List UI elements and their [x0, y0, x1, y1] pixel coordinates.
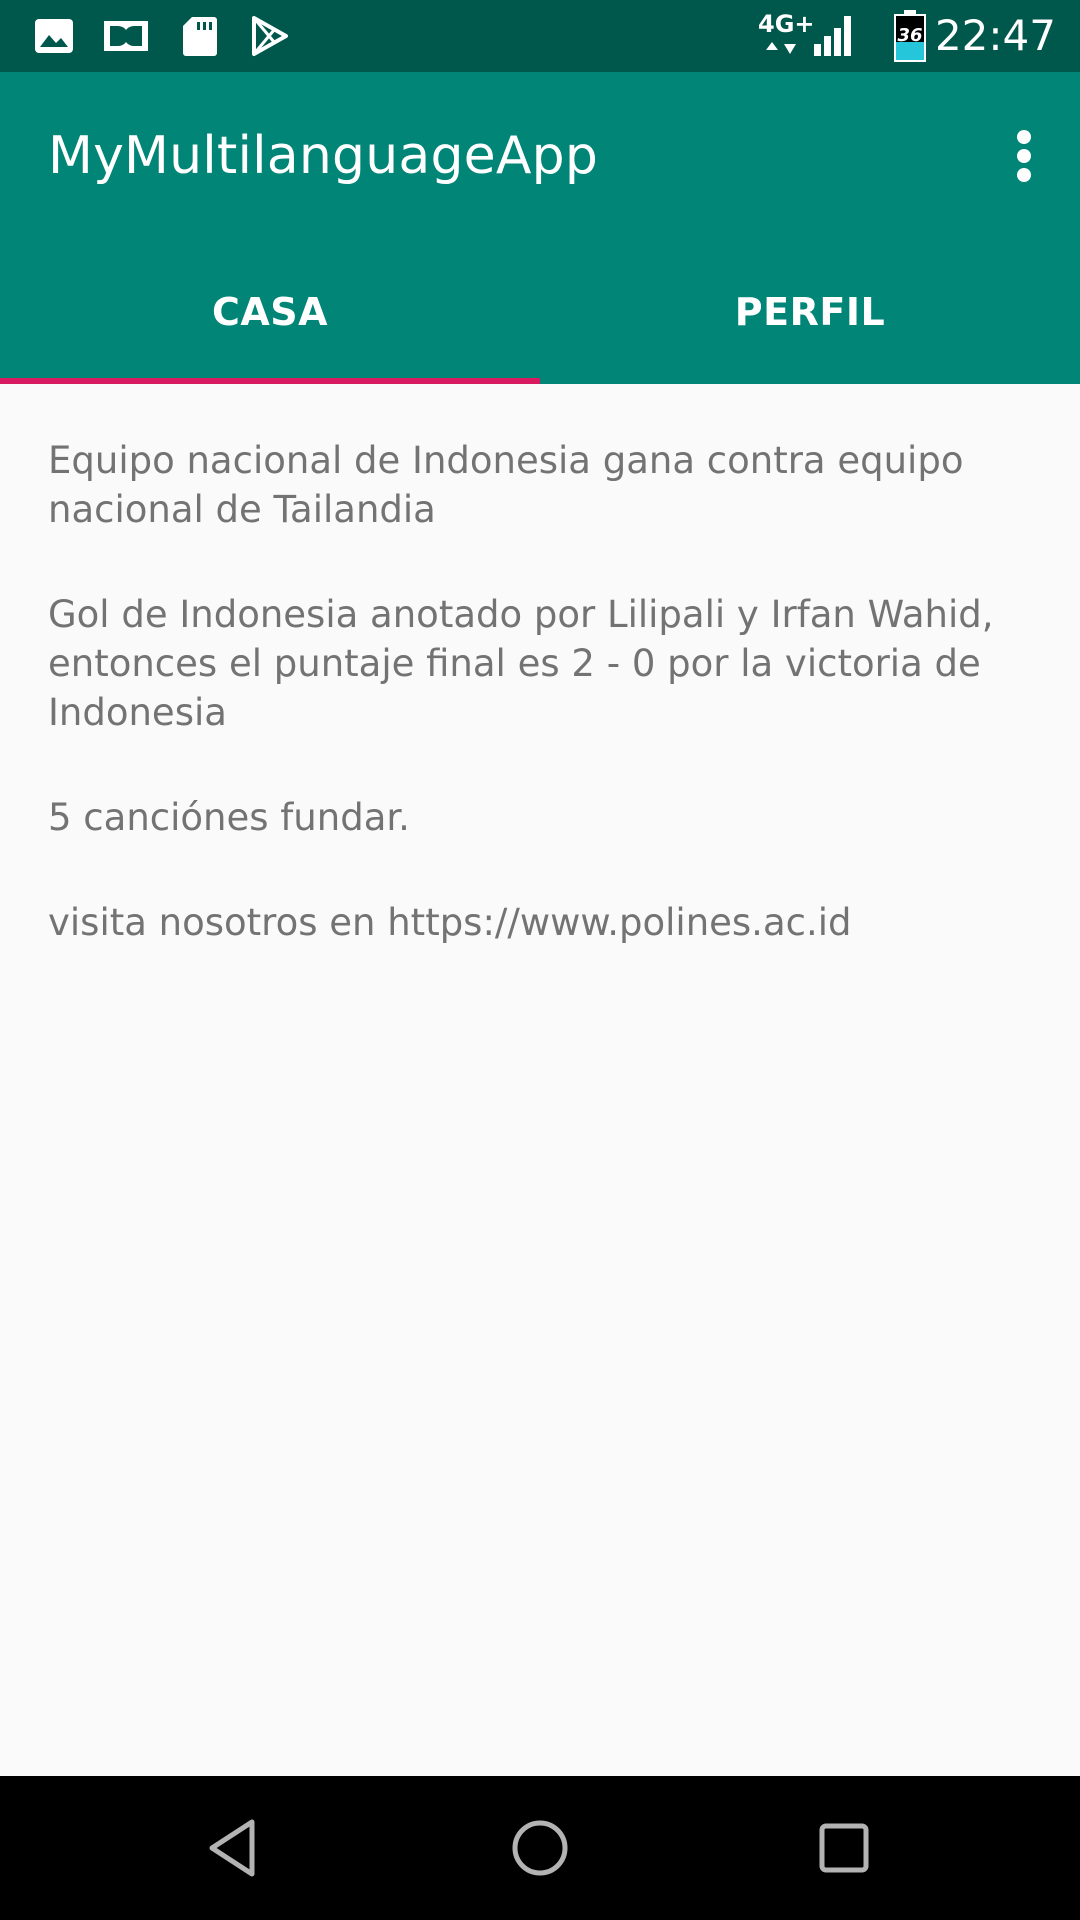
- tab-bar: CASA PERFIL: [0, 240, 1080, 384]
- visit-text: visita nosotros en https://www.polines.a…: [48, 901, 852, 944]
- play-store-icon: [252, 16, 288, 56]
- back-icon[interactable]: [198, 1812, 270, 1884]
- network-4g-icon: 4G+: [756, 10, 815, 60]
- tab-casa-label: CASA: [211, 290, 329, 334]
- news-detail: Gol de Indonesia anotado por Lilipali y …: [48, 593, 994, 734]
- signal-icon: [814, 16, 851, 56]
- image-icon: [35, 19, 73, 53]
- battery-level: 36: [897, 25, 923, 46]
- app-title: MyMultilanguageApp: [48, 126, 599, 186]
- app-bar: MyMultilanguageApp: [0, 72, 1080, 240]
- more-vert-icon[interactable]: [988, 116, 1060, 196]
- recents-icon[interactable]: [808, 1812, 880, 1884]
- navigation-bar: [0, 1776, 1080, 1920]
- clock: 22:47: [934, 11, 1056, 60]
- selected-tab-indicator: [0, 378, 540, 384]
- status-bar: 4G+ 36 22:47: [0, 0, 1080, 72]
- sd-card-icon: [183, 17, 217, 56]
- battery-icon: 36: [894, 10, 926, 62]
- news-headline: Equipo nacional de Indonesia gana contra…: [48, 439, 964, 531]
- tab-perfil[interactable]: PERFIL: [540, 240, 1080, 384]
- tab-perfil-label: PERFIL: [734, 290, 886, 334]
- content-area: Equipo nacional de Indonesia gana contra…: [48, 436, 1038, 1003]
- home-icon[interactable]: [504, 1812, 576, 1884]
- network-label: 4G+: [758, 10, 815, 38]
- tab-casa[interactable]: CASA: [0, 240, 540, 384]
- dolby-icon: [104, 21, 148, 51]
- songs-text: 5 canciónes fundar.: [48, 796, 410, 839]
